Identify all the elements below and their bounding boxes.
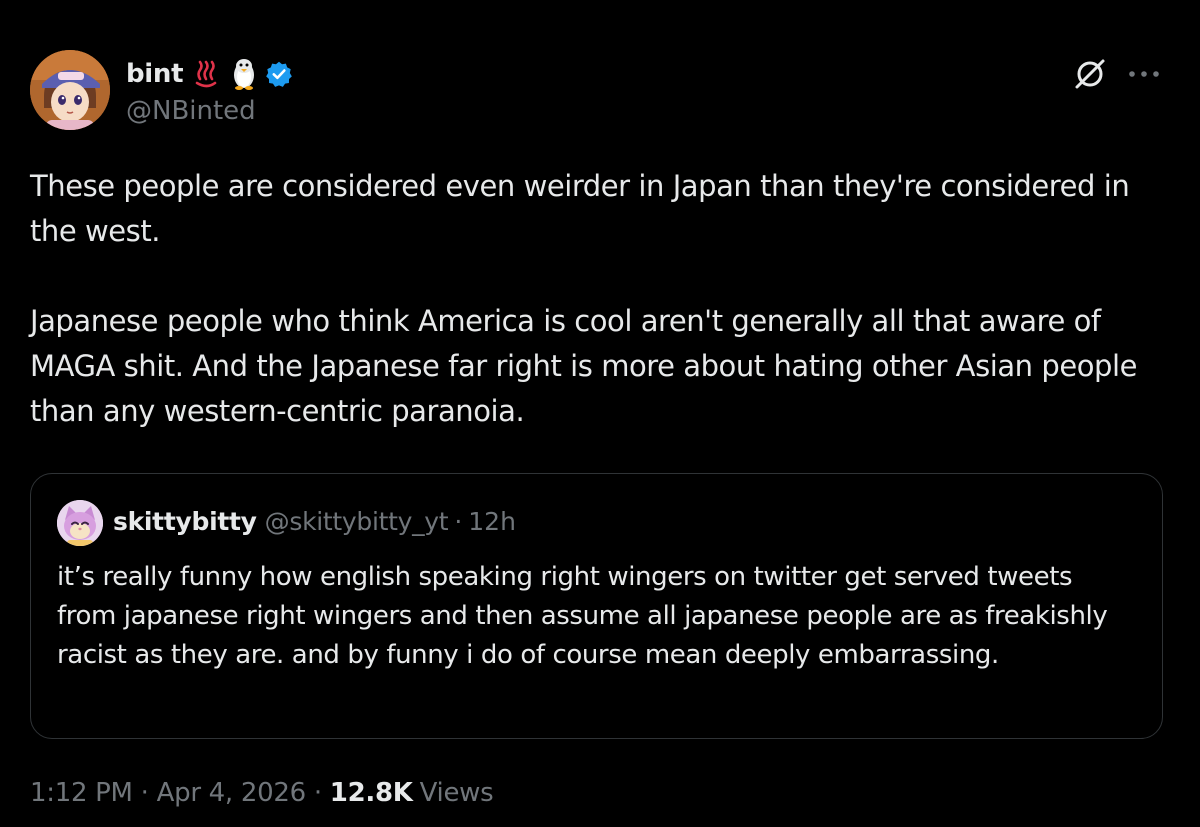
tweet-text: These people are considered even weirder… bbox=[30, 164, 1170, 434]
tweet: bint @NBinted These people are considere… bbox=[0, 0, 1200, 827]
tweet-time[interactable]: 1:12 PM bbox=[30, 778, 133, 808]
quoted-tweet-text: it’s really funny how english speaking r… bbox=[57, 562, 1108, 670]
verified-badge-icon[interactable] bbox=[265, 60, 293, 88]
separator-dot: · bbox=[454, 507, 463, 536]
author-display-name[interactable]: bint bbox=[126, 59, 184, 89]
penguin-emoji bbox=[229, 58, 259, 90]
tweet-date[interactable]: Apr 4, 2026 bbox=[157, 778, 306, 808]
tweet-paragraph: These people are considered even weirder… bbox=[30, 169, 1130, 248]
more-icon[interactable] bbox=[1124, 54, 1164, 94]
author-avatar[interactable] bbox=[30, 50, 110, 130]
views-count[interactable]: 12.8K bbox=[330, 778, 413, 808]
quoted-display-name[interactable]: skittybitty bbox=[113, 507, 257, 536]
separator-dot: · bbox=[140, 778, 149, 808]
views-label[interactable]: Views bbox=[420, 778, 494, 808]
author-handle[interactable]: @NBinted bbox=[126, 96, 256, 126]
separator-dot: · bbox=[313, 778, 322, 808]
quoted-handle[interactable]: @skittybitty_yt bbox=[265, 507, 449, 536]
quoted-timestamp[interactable]: 12h bbox=[468, 507, 516, 536]
quoted-author-avatar[interactable] bbox=[57, 500, 103, 546]
grok-icon[interactable] bbox=[1070, 54, 1110, 94]
author-name-row[interactable]: bint bbox=[126, 56, 293, 92]
tweet-meta: 1:12 PM · Apr 4, 2026 · 12.8K Views bbox=[30, 778, 494, 808]
quoted-header: skittybitty @skittybitty_yt · 12h bbox=[113, 507, 516, 536]
tweet-paragraph: Japanese people who think America is coo… bbox=[30, 304, 1137, 428]
hot-springs-emoji bbox=[191, 59, 221, 89]
quoted-tweet-card[interactable]: skittybitty @skittybitty_yt · 12h it’s r… bbox=[30, 473, 1163, 739]
